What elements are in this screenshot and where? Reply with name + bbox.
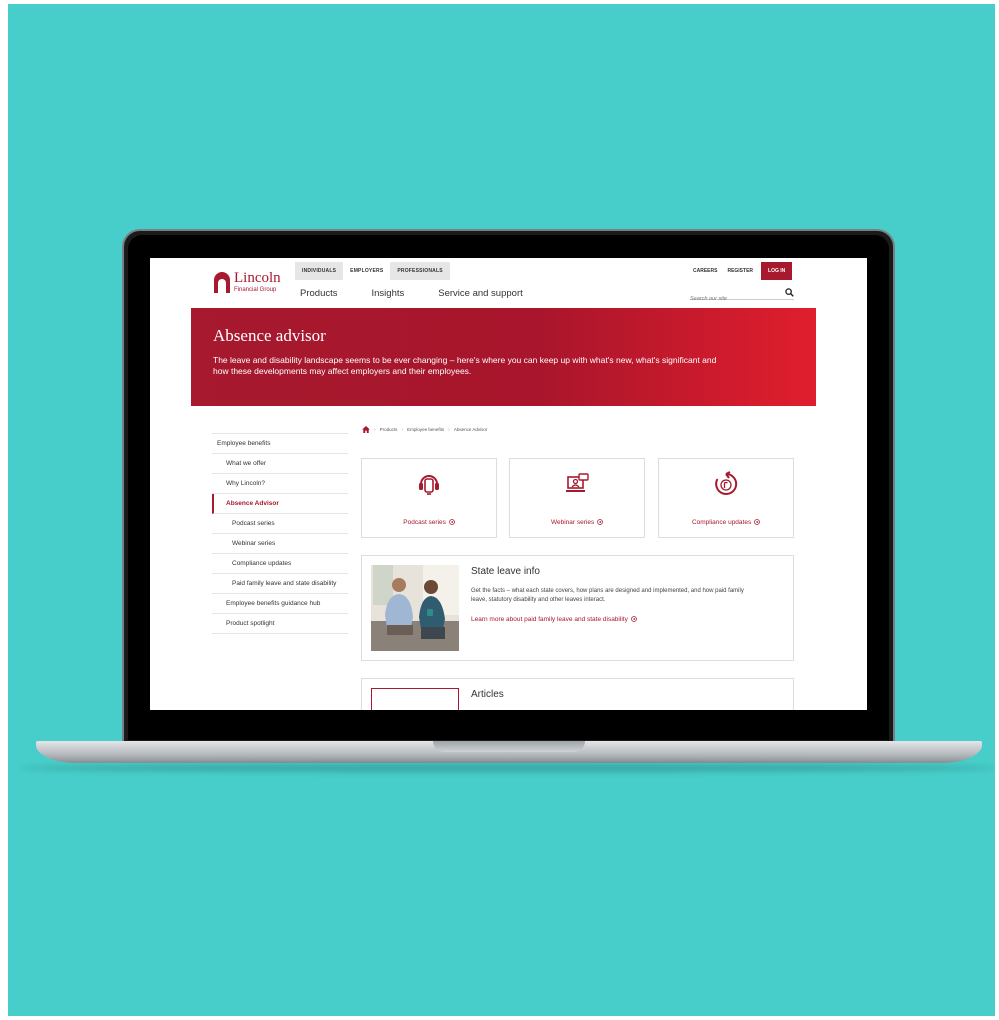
sidebar-item-product-spotlight[interactable]: Product spotlight: [212, 614, 348, 634]
register-link[interactable]: REGISTER: [722, 262, 758, 280]
breadcrumb-absence-advisor: Absence Advisor: [453, 427, 488, 432]
state-leave-box: State leave info Get the facts – what ea…: [361, 555, 794, 661]
webinar-icon: [566, 473, 589, 492]
breadcrumb-separator: ›: [374, 426, 376, 433]
articles-title: Articles: [471, 689, 504, 700]
laptop-notch: [433, 741, 585, 752]
state-leave-link-label: Learn more about paid family leave and s…: [471, 616, 628, 623]
breadcrumb-separator: ›: [401, 426, 404, 433]
careers-link[interactable]: CAREERS: [688, 262, 722, 280]
site-search: [690, 287, 794, 305]
sidebar-item-employee-benefits[interactable]: Employee benefits: [212, 433, 348, 454]
tab-employers[interactable]: EMPLOYERS: [343, 262, 391, 280]
search-icon[interactable]: [785, 288, 794, 297]
breadcrumb-products[interactable]: Products: [380, 427, 398, 432]
arrow-circle-icon: [597, 519, 603, 526]
browser-screen: Lincoln Financial Group INDIVIDUALS EMPL…: [150, 258, 867, 710]
hero-banner: Absence advisor The leave and disability…: [191, 308, 816, 406]
state-leave-description: Get the facts – what each state covers, …: [471, 588, 744, 603]
lincoln-logo[interactable]: Lincoln Financial Group: [214, 270, 284, 296]
sidebar-item-webinar-series[interactable]: Webinar series: [212, 534, 348, 554]
people-photo-icon: [371, 565, 459, 651]
lincoln-logo-icon: [214, 272, 230, 293]
card-label: Webinar series: [550, 519, 595, 526]
main-nav: Products Insights Service and support: [300, 288, 523, 299]
login-button[interactable]: LOG IN: [761, 262, 793, 280]
webinar-card[interactable]: Webinar series: [509, 458, 645, 538]
podcast-series-link[interactable]: Podcast series: [362, 519, 496, 526]
sidebar-item-absence-advisor[interactable]: Absence Advisor: [212, 494, 348, 514]
sidebar-nav: Employee benefits What we offer Why Linc…: [212, 433, 348, 634]
page-title: Absence advisor: [213, 326, 326, 345]
compliance-card[interactable]: Compliance updates: [658, 458, 794, 538]
sidebar-item-why-lincoln[interactable]: Why Lincoln?: [212, 474, 348, 494]
arrow-circle-icon: [630, 616, 637, 623]
podcast-icon: [419, 475, 439, 495]
sidebar-item-compliance-updates[interactable]: Compliance updates: [212, 554, 348, 574]
webinar-series-link[interactable]: Webinar series: [510, 519, 644, 526]
nav-service-support[interactable]: Service and support: [438, 288, 523, 299]
arrow-circle-icon: [448, 519, 455, 526]
nav-insights[interactable]: Insights: [372, 288, 405, 299]
logo-subtitle: Financial Group: [234, 287, 277, 293]
utility-links: CAREERS REGISTER LOG IN: [688, 262, 793, 280]
state-leave-title: State leave info: [471, 566, 540, 577]
nav-products[interactable]: Products: [300, 288, 338, 299]
sidebar-item-paid-family-leave[interactable]: Paid family leave and state disability: [212, 574, 348, 594]
logo-wordmark: Lincoln: [234, 270, 281, 286]
sidebar-item-podcast-series[interactable]: Podcast series: [212, 514, 348, 534]
sidebar-item-guidance-hub[interactable]: Employee benefits guidance hub: [212, 594, 348, 614]
hero-description: The leave and disability landscape seems…: [213, 355, 717, 376]
breadcrumb-separator: ›: [448, 426, 450, 433]
state-leave-link[interactable]: Learn more about paid family leave and s…: [471, 616, 637, 623]
card-label: Compliance updates: [691, 519, 752, 526]
breadcrumb-employee-benefits[interactable]: Employee benefits: [407, 427, 444, 432]
home-icon[interactable]: [362, 426, 370, 433]
compliance-updates-link[interactable]: Compliance updates: [659, 519, 793, 526]
state-leave-photo: [371, 565, 459, 651]
tab-professionals[interactable]: PROFESSIONALS: [390, 262, 450, 280]
compliance-icon: [715, 471, 738, 495]
search-input[interactable]: [690, 293, 780, 305]
audience-tabs: INDIVIDUALS EMPLOYERS PROFESSIONALS: [295, 262, 450, 280]
articles-box: Articles: [361, 678, 794, 710]
card-label: Podcast series: [403, 519, 446, 526]
tab-individuals[interactable]: INDIVIDUALS: [295, 262, 344, 280]
sidebar-item-what-we-offer[interactable]: What we offer: [212, 454, 348, 474]
breadcrumb: › Products › Employee benefits › Absence…: [362, 426, 487, 433]
arrow-circle-icon: [754, 519, 760, 526]
laptop-shadow: [20, 764, 998, 772]
articles-thumbnail: [371, 688, 459, 710]
podcast-card[interactable]: Podcast series: [361, 458, 497, 538]
